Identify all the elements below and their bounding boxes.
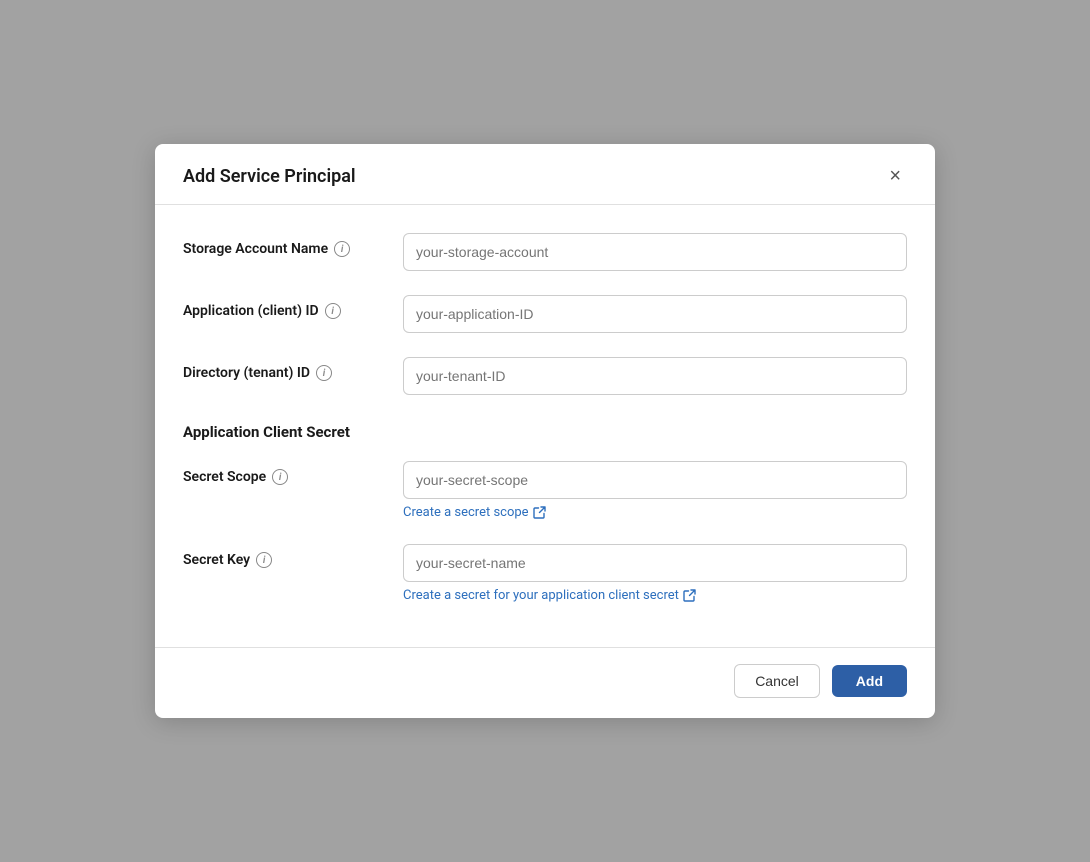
directory-tenant-id-info-icon[interactable]: i: [316, 365, 332, 381]
directory-tenant-id-input[interactable]: [403, 357, 907, 395]
modal-footer: Cancel Add: [155, 647, 935, 718]
storage-account-name-input[interactable]: [403, 233, 907, 271]
secret-key-label: Secret Key i: [183, 544, 403, 568]
secret-scope-group: Secret Scope i Create a secret scope: [183, 461, 907, 520]
add-button[interactable]: Add: [832, 665, 907, 697]
close-button[interactable]: ×: [883, 164, 907, 188]
application-client-secret-section: Application Client Secret: [183, 419, 907, 441]
secret-scope-input[interactable]: [403, 461, 907, 499]
modal-header: Add Service Principal ×: [155, 144, 935, 205]
modal-title: Add Service Principal: [183, 166, 356, 187]
cancel-button[interactable]: Cancel: [734, 664, 820, 698]
create-secret-key-link[interactable]: Create a secret for your application cli…: [403, 588, 907, 603]
modal-body: Storage Account Name i Application (clie…: [155, 205, 935, 647]
directory-tenant-id-input-wrapper: [403, 357, 907, 395]
secret-key-input[interactable]: [403, 544, 907, 582]
application-client-id-label: Application (client) ID i: [183, 295, 403, 319]
application-client-id-input-wrapper: [403, 295, 907, 333]
secret-key-info-icon[interactable]: i: [256, 552, 272, 568]
application-client-id-input[interactable]: [403, 295, 907, 333]
secret-key-group: Secret Key i Create a secret for your ap…: [183, 544, 907, 603]
application-client-secret-section-label: Application Client Secret: [183, 419, 907, 441]
secret-scope-label: Secret Scope i: [183, 461, 403, 485]
storage-account-name-info-icon[interactable]: i: [334, 241, 350, 257]
directory-tenant-id-label: Directory (tenant) ID i: [183, 357, 403, 381]
secret-scope-info-icon[interactable]: i: [272, 469, 288, 485]
modal-overlay: Add Service Principal × Storage Account …: [0, 0, 1090, 862]
storage-account-name-input-wrapper: [403, 233, 907, 271]
external-link-icon-2: [683, 589, 696, 602]
external-link-icon: [533, 506, 546, 519]
application-client-id-info-icon[interactable]: i: [325, 303, 341, 319]
storage-account-name-label: Storage Account Name i: [183, 233, 403, 257]
application-client-id-group: Application (client) ID i: [183, 295, 907, 333]
directory-tenant-id-group: Directory (tenant) ID i: [183, 357, 907, 395]
storage-account-name-group: Storage Account Name i: [183, 233, 907, 271]
add-service-principal-modal: Add Service Principal × Storage Account …: [155, 144, 935, 718]
secret-key-input-wrapper: Create a secret for your application cli…: [403, 544, 907, 603]
secret-scope-input-wrapper: Create a secret scope: [403, 461, 907, 520]
create-secret-scope-link[interactable]: Create a secret scope: [403, 505, 907, 520]
